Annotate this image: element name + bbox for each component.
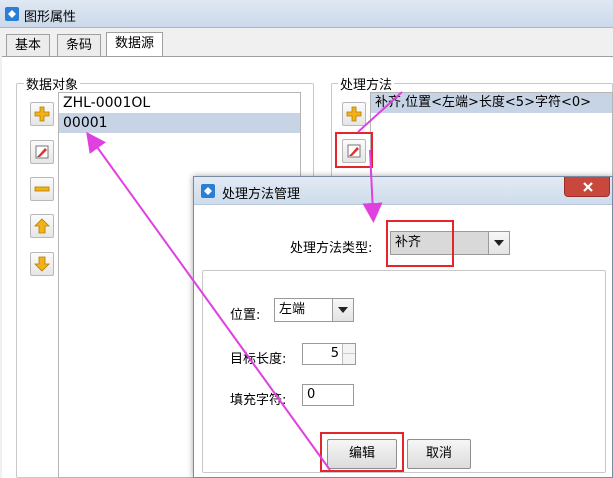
annotation-arrow: [86, 131, 331, 471]
annotation-arrow: [362, 149, 383, 223]
annotation-arrow: [357, 91, 403, 133]
annotation-overlay: [86, 91, 403, 471]
